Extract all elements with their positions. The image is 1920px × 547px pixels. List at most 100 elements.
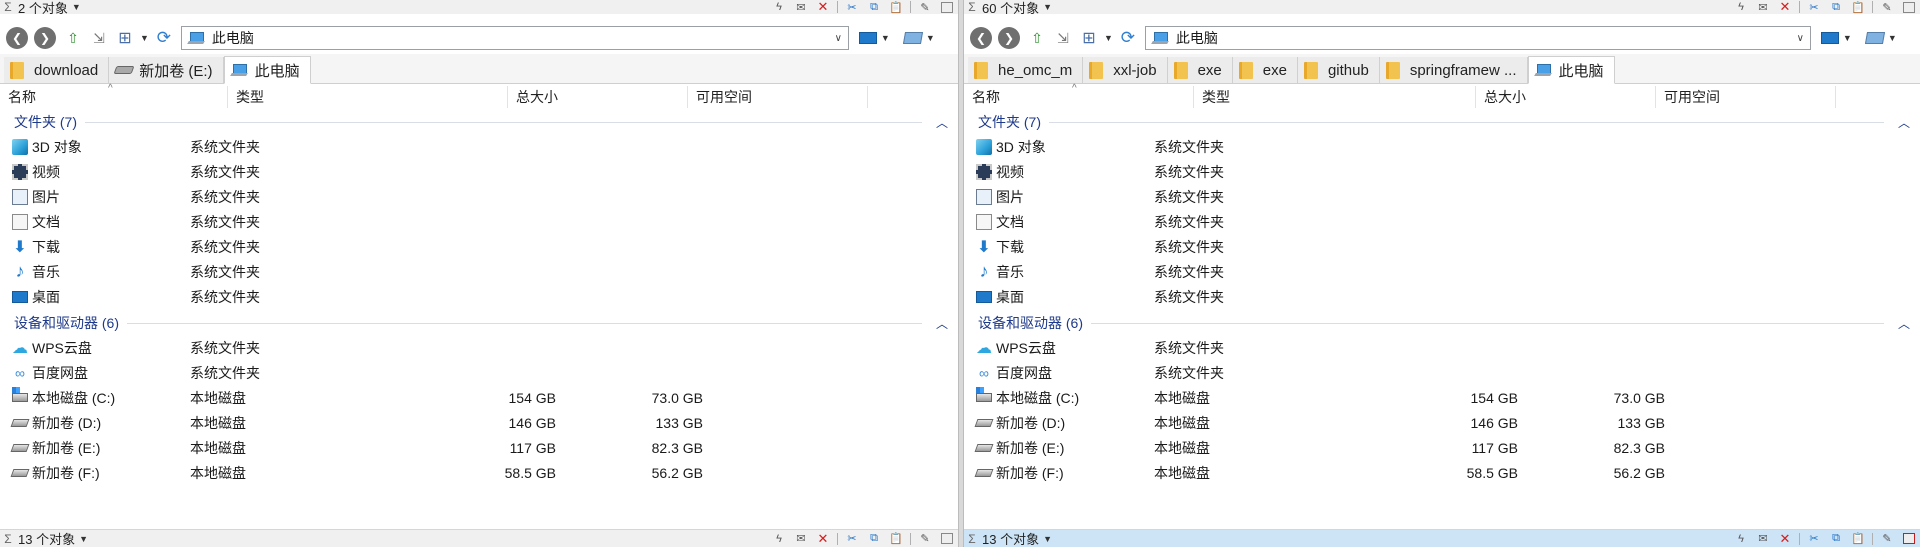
properties-icon[interactable] [941,1,953,13]
cut-icon[interactable]: ✂ [1803,532,1825,546]
cut-icon[interactable]: ✂ [841,0,863,14]
new-folder-icon[interactable]: ⇲ [88,27,110,49]
folder-row[interactable]: 桌面 系统文件夹 [964,284,1920,309]
address-bar[interactable]: 此电脑 ∨ [180,26,849,50]
column-type[interactable]: 类型 [1194,86,1476,108]
device-row[interactable]: ☁ WPS云盘 系统文件夹 [0,335,958,360]
folder-row[interactable]: 视频 系统文件夹 [964,159,1920,184]
chevron-up-icon[interactable]: ︿ [936,315,948,332]
back-icon[interactable]: ❮ [970,27,992,49]
rename-icon[interactable]: ✎ [914,532,936,546]
lightning-icon[interactable]: ϟ [768,0,790,14]
chevron-up-icon[interactable]: ︿ [936,114,948,131]
layout-button[interactable]: ▼ [858,32,894,44]
group-header-folders[interactable]: 文件夹 (7) ︿ [964,110,1920,134]
back-icon[interactable]: ❮ [6,27,28,49]
folder-row[interactable]: 3D 对象 系统文件夹 [0,134,958,159]
device-row[interactable]: 新加卷 (E:) 本地磁盘 117 GB 82.3 GB [964,435,1920,460]
column-type[interactable]: 类型 [228,86,508,108]
copy-icon[interactable]: ⧉ [863,532,885,546]
properties-icon[interactable] [1903,533,1915,544]
column-free-space[interactable]: 可用空间 [688,86,868,108]
chevron-down-icon[interactable]: ∨ [1797,33,1804,44]
tab-download[interactable]: download [4,57,110,83]
folder-row[interactable]: 桌面 系统文件夹 [0,284,958,309]
chevron-down-icon[interactable]: ∨ [835,33,842,44]
device-row[interactable]: 新加卷 (F:) 本地磁盘 58.5 GB 56.2 GB [964,460,1920,485]
view-grid-icon[interactable]: ⊞ [1078,27,1100,49]
chevron-down-icon[interactable]: ▼ [881,33,890,43]
group-header-devices[interactable]: 设备和驱动器 (6) ︿ [0,311,958,335]
properties-icon[interactable] [1903,1,1915,13]
paste-icon[interactable]: 📋 [1847,0,1869,14]
new-folder-icon[interactable]: ⇲ [1052,27,1074,49]
tab-he-omc-m[interactable]: he_omc_m [968,57,1084,83]
copy-icon[interactable]: ⧉ [1825,0,1847,14]
column-name[interactable]: ^ 名称 [0,83,228,108]
group-header-folders[interactable]: 文件夹 (7) ︿ [0,110,958,134]
tab-exe[interactable]: exe [1167,57,1233,83]
chevron-down-icon[interactable]: ▼ [79,534,88,544]
tab-springframework[interactable]: springframew ... [1379,57,1528,83]
cut-icon[interactable]: ✂ [841,532,863,546]
mail-icon[interactable]: ✉ [1752,0,1774,14]
properties-icon[interactable] [941,533,953,544]
chevron-down-icon[interactable]: ▼ [72,2,81,12]
column-total-size[interactable]: 总大小 [508,86,688,108]
lightning-icon[interactable]: ϟ [768,532,790,546]
column-total-size[interactable]: 总大小 [1476,86,1656,108]
cut-icon[interactable]: ✂ [1803,0,1825,14]
folder-row[interactable]: 文档 系统文件夹 [0,209,958,234]
folder-row[interactable]: 视频 系统文件夹 [0,159,958,184]
device-row[interactable]: ∞ 百度网盘 系统文件夹 [964,360,1920,385]
layout-button[interactable]: ▼ [1820,32,1856,44]
mail-icon[interactable]: ✉ [790,532,812,546]
chevron-down-icon[interactable]: ▼ [1843,33,1852,43]
chevron-down-icon[interactable]: ▼ [1888,33,1897,43]
folder-row[interactable]: ⬇ 下载 系统文件夹 [0,234,958,259]
mail-icon[interactable]: ✉ [790,0,812,14]
tab-xxl-job[interactable]: xxl-job [1083,57,1168,83]
chevron-down-icon[interactable]: ▼ [1043,534,1052,544]
refresh-icon[interactable]: ⟳ [1117,27,1139,49]
panel-button[interactable]: ▼ [902,32,939,44]
folder-row[interactable]: ♪ 音乐 系统文件夹 [0,259,958,284]
tab-github[interactable]: github [1297,57,1380,83]
forward-icon[interactable]: ❯ [34,27,56,49]
device-row[interactable]: 新加卷 (D:) 本地磁盘 146 GB 133 GB [0,410,958,435]
folder-row[interactable]: 3D 对象 系统文件夹 [964,134,1920,159]
device-row[interactable]: ☁ WPS云盘 系统文件夹 [964,335,1920,360]
tab-drive-e[interactable]: 新加卷 (E:) [109,57,224,83]
folder-row[interactable]: ⬇ 下载 系统文件夹 [964,234,1920,259]
object-count[interactable]: 60 个对象 [980,0,1039,15]
object-count[interactable]: 13 个对象 [980,530,1039,547]
chevron-down-icon[interactable]: ▼ [1043,2,1052,12]
device-row[interactable]: ∞ 百度网盘 系统文件夹 [0,360,958,385]
chevron-down-icon[interactable]: ▼ [1104,33,1113,43]
device-row[interactable]: 本地磁盘 (C:) 本地磁盘 154 GB 73.0 GB [964,385,1920,410]
chevron-up-icon[interactable]: ︿ [1898,114,1910,131]
folder-row[interactable]: 文档 系统文件夹 [964,209,1920,234]
mail-icon[interactable]: ✉ [1752,532,1774,546]
refresh-icon[interactable]: ⟳ [153,27,175,49]
device-row[interactable]: 本地磁盘 (C:) 本地磁盘 154 GB 73.0 GB [0,385,958,410]
folder-row[interactable]: 图片 系统文件夹 [964,184,1920,209]
chevron-down-icon[interactable]: ▼ [140,33,149,43]
folder-row[interactable]: ♪ 音乐 系统文件夹 [964,259,1920,284]
delete-icon[interactable]: ✕ [1774,531,1796,546]
object-count[interactable]: 13 个对象 [16,530,75,547]
rename-icon[interactable]: ✎ [1876,0,1898,14]
delete-icon[interactable]: ✕ [1774,0,1796,14]
panel-button[interactable]: ▼ [1864,32,1901,44]
column-name[interactable]: ^ 名称 [964,83,1194,108]
up-folder-icon[interactable]: ⇧ [62,27,84,49]
rename-icon[interactable]: ✎ [1876,532,1898,546]
object-count[interactable]: 2 个对象 [16,0,68,15]
view-grid-icon[interactable]: ⊞ [114,27,136,49]
tab-this-pc[interactable]: 此电脑 [223,56,311,84]
paste-icon[interactable]: 📋 [885,532,907,546]
group-header-devices[interactable]: 设备和驱动器 (6) ︿ [964,311,1920,335]
rename-icon[interactable]: ✎ [914,0,936,14]
forward-icon[interactable]: ❯ [998,27,1020,49]
chevron-up-icon[interactable]: ︿ [1898,315,1910,332]
